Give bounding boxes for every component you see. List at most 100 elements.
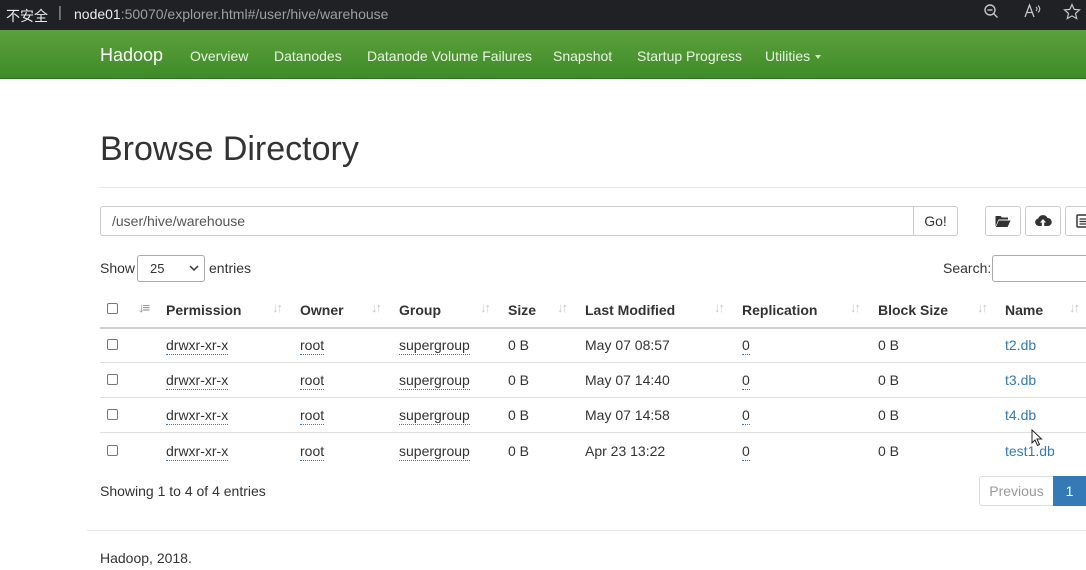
zoom-out-icon[interactable] xyxy=(980,3,1002,25)
file-name-link[interactable]: test1.db xyxy=(1005,443,1055,459)
table-info: Showing 1 to 4 of 4 entries xyxy=(100,483,266,499)
cloud-upload-icon xyxy=(1035,215,1052,226)
sort-icon[interactable]: ↓↑ xyxy=(557,300,568,315)
list-icon xyxy=(1076,214,1086,228)
search-label: Search: xyxy=(943,260,992,276)
replication-link[interactable]: 0 xyxy=(742,407,750,425)
create-directory-button[interactable] xyxy=(985,206,1021,236)
group-link[interactable]: supergroup xyxy=(399,372,470,390)
cell-owner[interactable]: root xyxy=(300,337,325,355)
upload-files-button[interactable] xyxy=(1025,206,1061,236)
nav-utilities-dropdown[interactable]: Utilities xyxy=(765,48,822,64)
file-name-link[interactable]: t2.db xyxy=(1005,337,1036,353)
nav-utilities-label: Utilities xyxy=(765,48,811,64)
row-divider xyxy=(100,397,1086,398)
go-button[interactable]: Go! xyxy=(913,206,958,236)
owner-link[interactable]: root xyxy=(300,443,325,461)
cell-replication[interactable]: 0 xyxy=(742,372,750,390)
folder-open-icon xyxy=(995,216,1011,227)
favorite-star-icon[interactable] xyxy=(1061,3,1083,25)
permission-link[interactable]: drwxr-xr-x xyxy=(166,372,229,390)
cell-permission[interactable]: drwxr-xr-x xyxy=(166,407,229,425)
sort-icon[interactable]: ↓↑ xyxy=(714,300,725,315)
select-all-checkbox[interactable] xyxy=(107,303,118,314)
nav-datanodes[interactable]: Datanodes xyxy=(274,48,342,64)
group-link[interactable]: supergroup xyxy=(399,443,470,461)
cell-replication[interactable]: 0 xyxy=(742,443,750,461)
column-header-name[interactable]: Name xyxy=(1005,302,1043,318)
row-divider xyxy=(100,362,1086,363)
cell-group[interactable]: supergroup xyxy=(399,443,470,461)
cell-permission[interactable]: drwxr-xr-x xyxy=(166,443,229,461)
previous-page-button[interactable]: Previous xyxy=(979,476,1054,506)
sort-icon[interactable]: ↓↑ xyxy=(977,300,988,315)
page-title: Browse Directory xyxy=(100,130,359,168)
file-name-link[interactable]: t3.db xyxy=(1005,372,1036,388)
replication-link[interactable]: 0 xyxy=(742,443,750,461)
sort-icon[interactable]: ↓↑ xyxy=(371,300,382,315)
list-view-button[interactable] xyxy=(1065,206,1086,236)
column-header-replication[interactable]: Replication xyxy=(742,302,817,318)
url-field[interactable]: node01:50070/explorer.html#/user/hive/wa… xyxy=(74,6,388,22)
cell-permission[interactable]: drwxr-xr-x xyxy=(166,372,229,390)
read-aloud-icon[interactable] xyxy=(1021,3,1043,25)
security-indicator[interactable]: 不安全 xyxy=(6,6,48,26)
cell-size: 0 B xyxy=(508,337,530,353)
owner-link[interactable]: root xyxy=(300,407,325,425)
search-input[interactable] xyxy=(992,255,1086,282)
cell-owner[interactable]: root xyxy=(300,372,325,390)
owner-link[interactable]: root xyxy=(300,372,325,390)
replication-link[interactable]: 0 xyxy=(742,337,750,355)
cell-size: 0 B xyxy=(508,443,530,459)
row-checkbox[interactable] xyxy=(107,339,118,350)
permission-link[interactable]: drwxr-xr-x xyxy=(166,443,229,461)
caret-down-icon xyxy=(815,55,822,60)
nav-startup-progress[interactable]: Startup Progress xyxy=(637,48,742,64)
entries-select-value: 25 xyxy=(150,261,165,276)
nav-overview[interactable]: Overview xyxy=(190,48,248,64)
nav-snapshot[interactable]: Snapshot xyxy=(553,48,612,64)
owner-link[interactable]: root xyxy=(300,337,325,355)
cell-owner[interactable]: root xyxy=(300,443,325,461)
row-checkbox[interactable] xyxy=(107,374,118,385)
sort-icon[interactable]: ↓↑ xyxy=(480,300,491,315)
entries-label: entries xyxy=(209,260,252,276)
directory-path-input[interactable]: /user/hive/warehouse xyxy=(100,206,913,236)
sort-icon[interactable]: ↓↑ xyxy=(1069,300,1080,315)
cell-permission[interactable]: drwxr-xr-x xyxy=(166,337,229,355)
group-link[interactable]: supergroup xyxy=(399,407,470,425)
brand-logo-text[interactable]: Hadoop xyxy=(100,45,163,66)
sort-ascending-icon[interactable]: ↓≡ xyxy=(138,300,150,315)
cell-group[interactable]: supergroup xyxy=(399,337,470,355)
column-header-group[interactable]: Group xyxy=(399,302,441,318)
row-checkbox[interactable] xyxy=(107,409,118,420)
column-header-block-size[interactable]: Block Size xyxy=(878,302,948,318)
permission-link[interactable]: drwxr-xr-x xyxy=(166,337,229,355)
permission-link[interactable]: drwxr-xr-x xyxy=(166,407,229,425)
column-header-owner[interactable]: Owner xyxy=(300,302,344,318)
cell-replication[interactable]: 0 xyxy=(742,337,750,355)
cell-group[interactable]: supergroup xyxy=(399,372,470,390)
cell-owner[interactable]: root xyxy=(300,407,325,425)
column-header-permission[interactable]: Permission xyxy=(166,302,241,318)
url-host: node01 xyxy=(74,6,121,22)
row-checkbox[interactable] xyxy=(107,445,118,456)
chevron-down-icon xyxy=(189,265,199,272)
page-1-button[interactable]: 1 xyxy=(1053,476,1086,506)
cell-replication[interactable]: 0 xyxy=(742,407,750,425)
nav-datanode-volume-failures[interactable]: Datanode Volume Failures xyxy=(367,48,532,64)
cell-group[interactable]: supergroup xyxy=(399,407,470,425)
file-name-link[interactable]: t4.db xyxy=(1005,407,1036,423)
column-header-size[interactable]: Size xyxy=(508,302,536,318)
replication-link[interactable]: 0 xyxy=(742,372,750,390)
mouse-cursor-icon xyxy=(1031,429,1043,447)
sort-icon[interactable]: ↓↑ xyxy=(272,300,283,315)
sort-icon[interactable]: ↓↑ xyxy=(850,300,861,315)
table-header-divider xyxy=(100,327,1086,329)
column-header-last-modified[interactable]: Last Modified xyxy=(585,302,675,318)
entries-per-page-select[interactable]: 25 xyxy=(137,255,205,282)
cell-last-modified: Apr 23 13:22 xyxy=(585,443,666,459)
footer-divider xyxy=(87,530,1086,531)
group-link[interactable]: supergroup xyxy=(399,337,470,355)
show-label: Show xyxy=(100,260,136,276)
